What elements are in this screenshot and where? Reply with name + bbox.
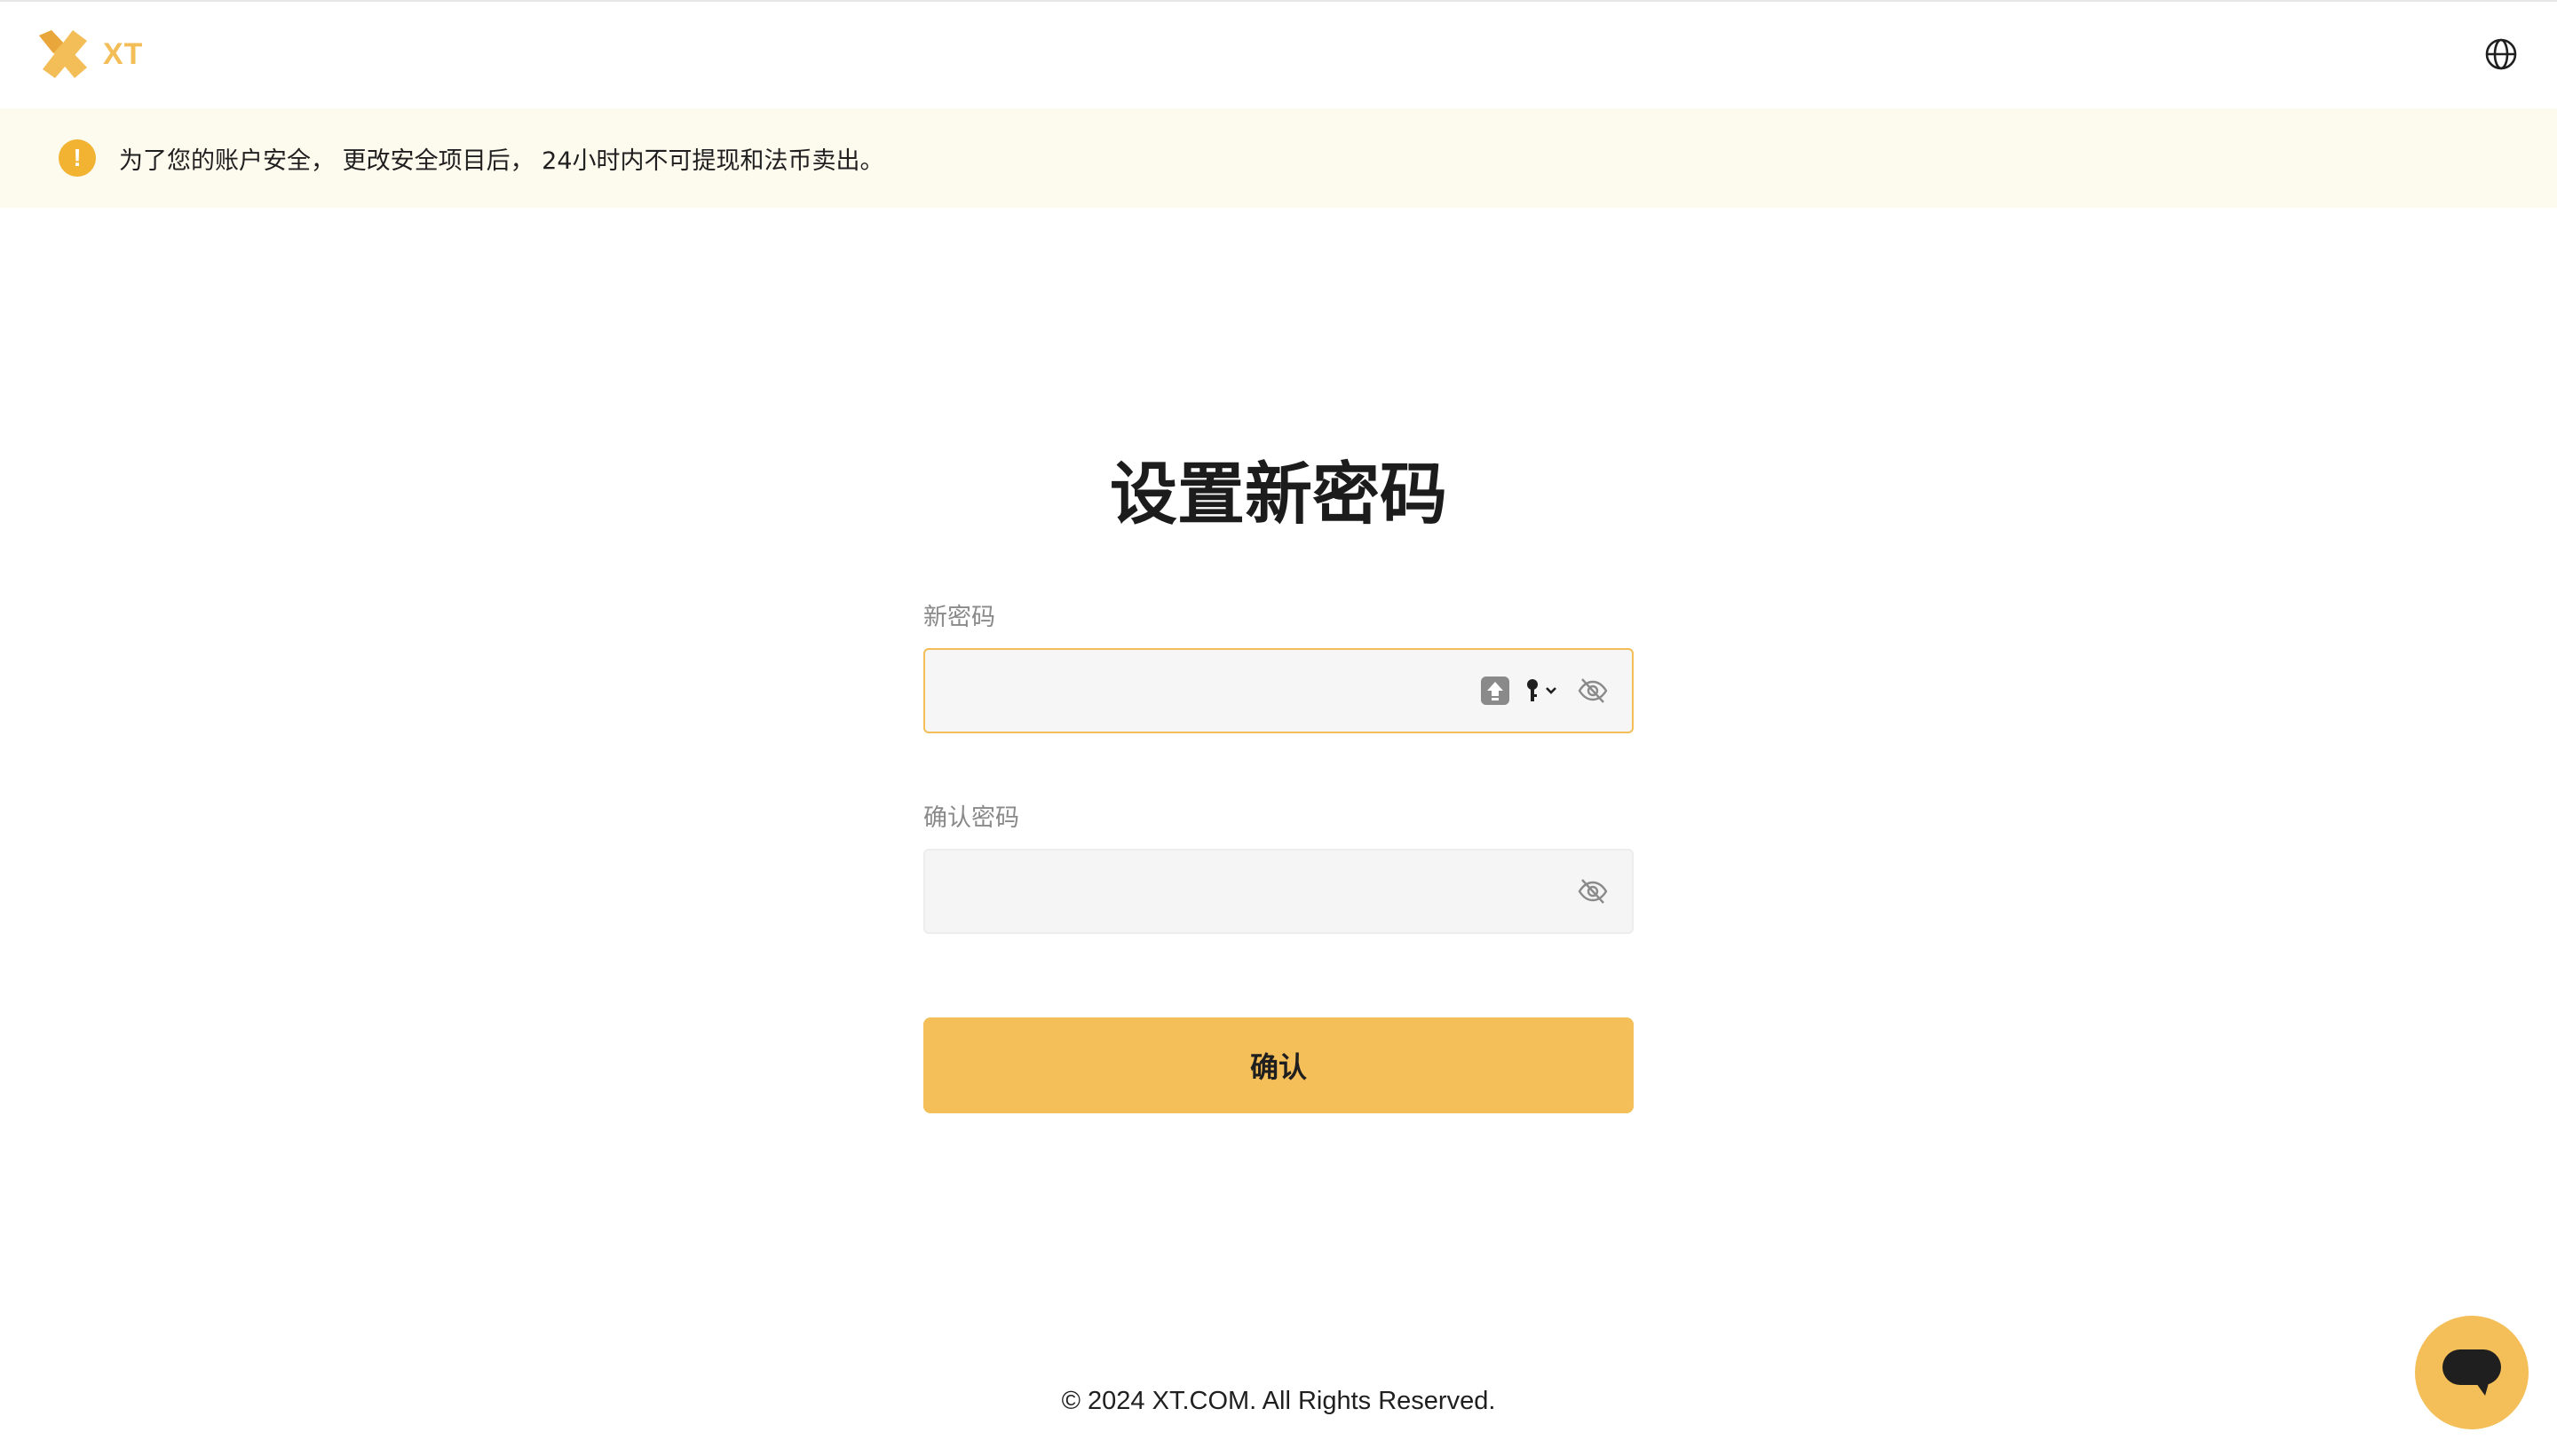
confirm-password-field [923,849,1634,934]
warning-icon: ! [59,139,96,177]
new-password-label: 新密码 [923,604,995,631]
caps-lock-indicator [1481,677,1524,705]
new-password-field [923,648,1634,733]
toggle-confirm-password-visibility[interactable] [1577,875,1609,907]
logo[interactable]: XT [36,27,143,82]
eye-off-icon [1578,879,1608,904]
new-password-input[interactable] [925,650,1493,732]
page-title: 设置新密码 [1110,455,1447,534]
xt-logo-icon [39,30,87,78]
confirm-password-icons [1577,851,1609,932]
confirm-password-label: 确认密码 [923,804,1019,832]
globe-icon[interactable] [2484,37,2518,71]
chat-bubble-icon [2442,1349,2501,1396]
copyright: © 2024 XT.COM. All Rights Reserved. [1061,1387,1496,1415]
header: XT [0,2,2557,107]
security-notice: ! 为了您的账户安全， 更改安全项目后， 24小时内不可提现和法币卖出。 [0,108,2557,208]
eye-off-icon [1578,678,1608,703]
logo-text: XT [103,36,144,71]
chat-support-button[interactable] [2415,1316,2529,1429]
password-key-button[interactable] [1524,677,1577,705]
reset-password-form: 设置新密码 新密码 确认密码 确认 [923,446,1634,1113]
toggle-new-password-visibility[interactable] [1577,675,1609,707]
password-key-icon [1527,679,1556,701]
confirm-button[interactable]: 确认 [923,1017,1634,1113]
notice-text: 为了您的账户安全， 更改安全项目后， 24小时内不可提现和法币卖出。 [119,146,884,175]
caps-lock-icon [1481,677,1509,705]
new-password-icons [1481,650,1609,732]
page: XT ! 为了您的账户安全， 更改安全项目后， 24小时内不可提现和法币卖出。 … [0,0,2557,1456]
confirm-password-input[interactable] [925,851,1493,932]
